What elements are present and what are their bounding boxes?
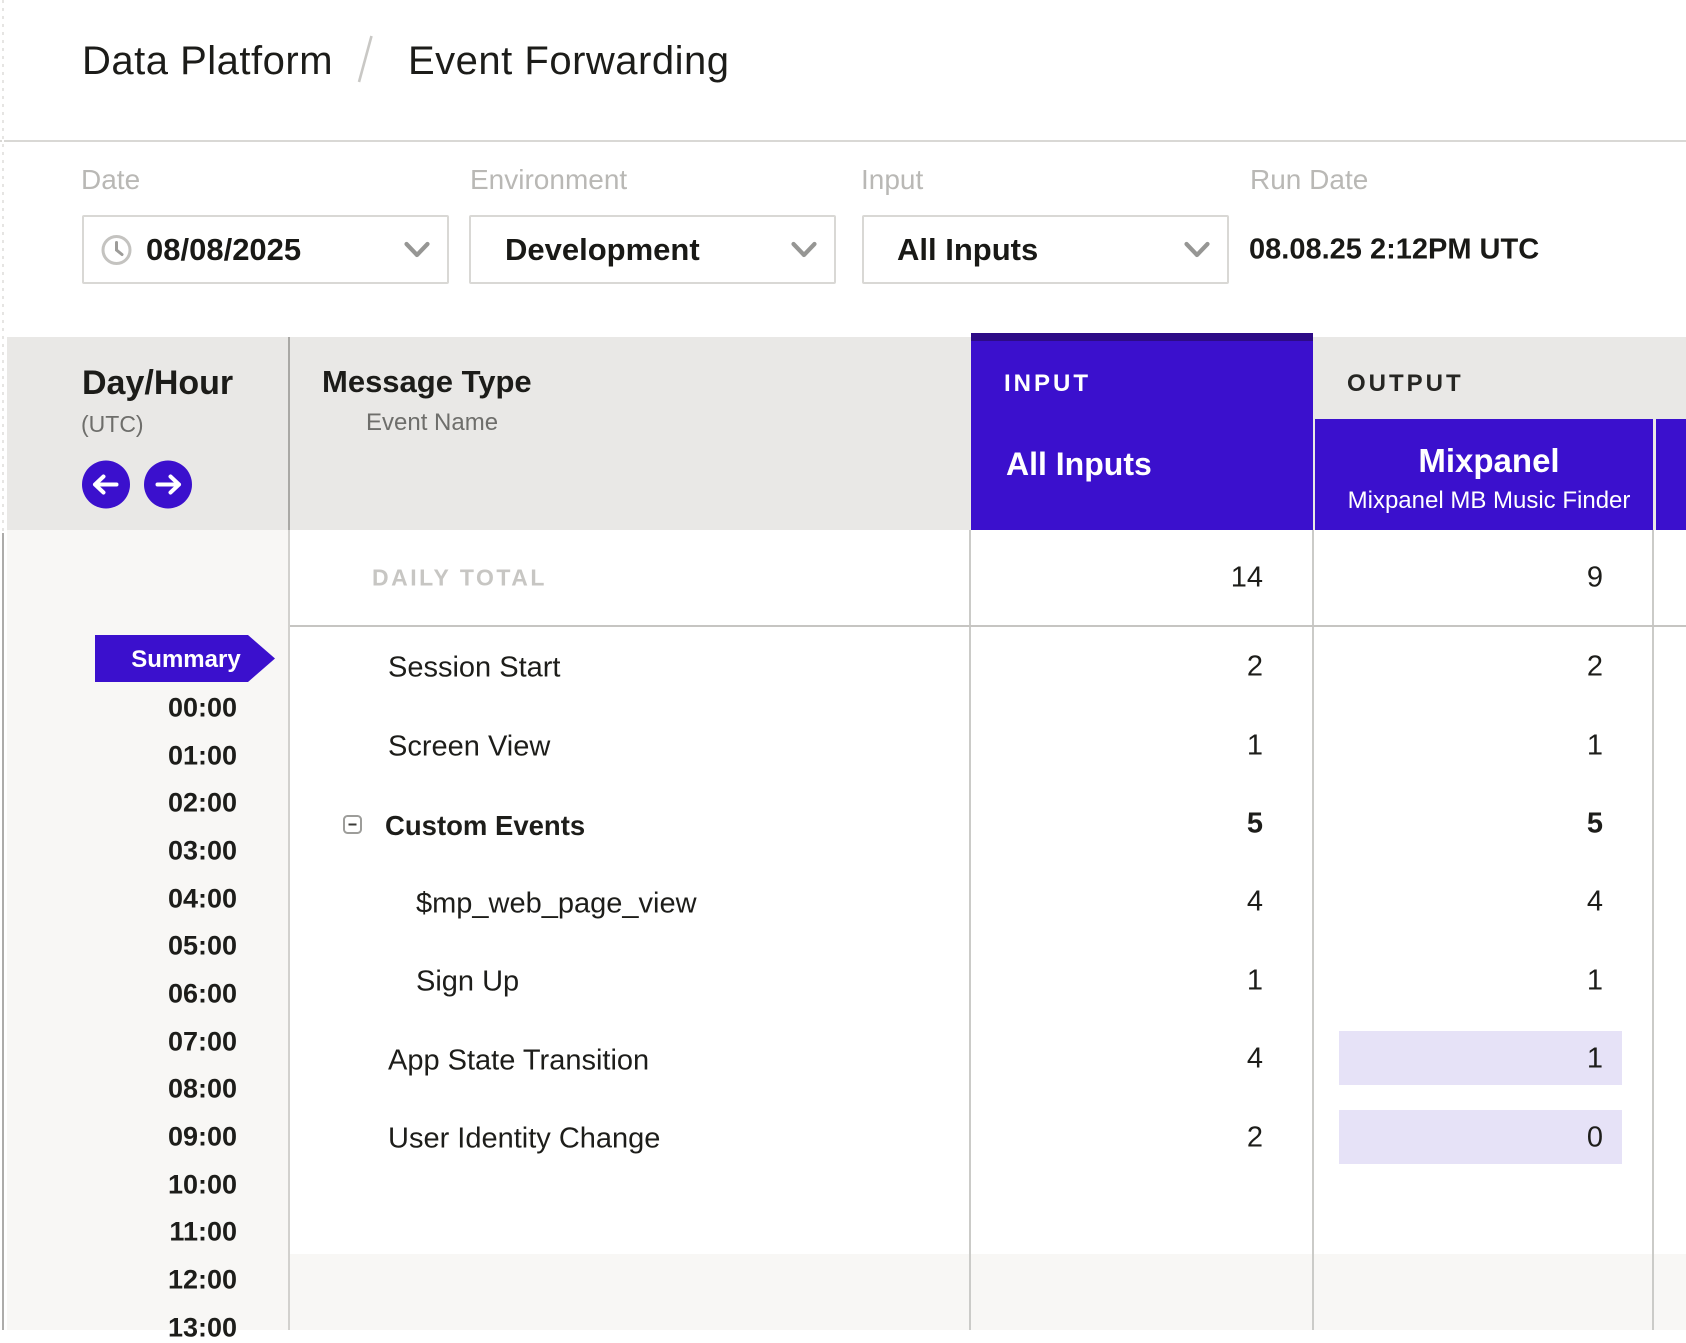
svg-text:Summary: Summary [131, 646, 241, 673]
